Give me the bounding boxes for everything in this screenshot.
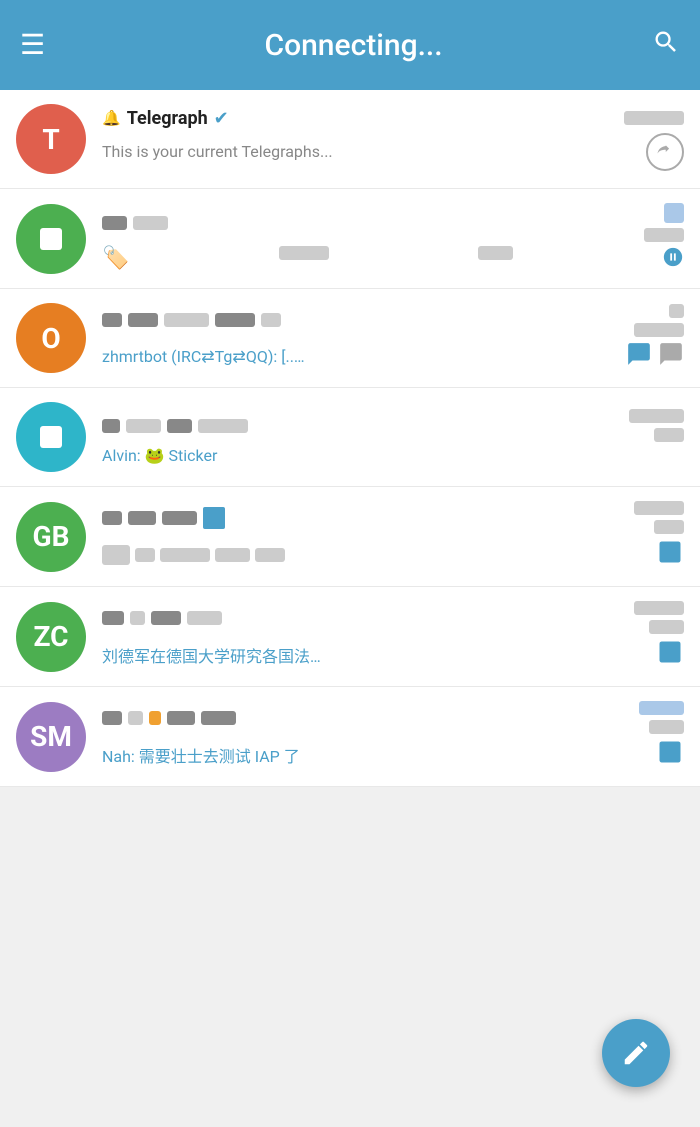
time-blurred-5 (634, 501, 684, 515)
avatar-telegraph: T (16, 104, 86, 174)
name-blurred-7c (149, 711, 161, 725)
name-blurred-4d (198, 419, 248, 433)
compose-fab[interactable] (602, 1019, 670, 1087)
name-blurred-3d (215, 313, 255, 327)
chat-item-7[interactable]: SM Nah: 需要壮士去测试 IAP 了 (0, 687, 700, 787)
chat-item-3[interactable]: O zhmrtbot (IRC⇄Tg⇄QQ): [..… (0, 289, 700, 388)
verified-badge-telegraph: ✔ (214, 108, 229, 129)
preview-4: Alvin: 🐸 Sticker (102, 446, 684, 465)
time-blurred-3 (669, 304, 684, 318)
chat-list: T 🔔 Telegraph ✔ This is your current Tel… (0, 90, 700, 787)
row-meta-7 (639, 701, 684, 734)
emoji-2: 🏷️ (102, 246, 129, 271)
name-blurred-5c (162, 511, 197, 525)
time-blurred-4 (629, 409, 684, 423)
chat-content-2: 🏷️ (102, 203, 684, 274)
chat-item-telegraph[interactable]: T 🔔 Telegraph ✔ This is your current Tel… (0, 90, 700, 189)
preview-blurred-5c (160, 548, 210, 562)
search-icon[interactable] (652, 28, 680, 63)
name-blurred-2a (102, 216, 127, 230)
name-blurred-6d (187, 611, 222, 625)
chat-content-7: Nah: 需要壮士去测试 IAP 了 (102, 701, 684, 772)
chat-item-2[interactable]: 🏷️ (0, 189, 700, 289)
preview-6: 刘德军在德国大学研究各国法… (102, 643, 648, 667)
avatar-5: GB (16, 502, 86, 572)
preview-3: zhmrtbot (IRC⇄Tg⇄QQ): [..… (102, 347, 618, 366)
top-bar: ☰ Connecting... (0, 0, 700, 90)
blue-icon-3 (626, 341, 652, 373)
name-blurred-6a (102, 611, 124, 625)
name-blurred-4a (102, 419, 120, 433)
time-blurred-7 (649, 720, 684, 734)
blue-icon-5 (656, 538, 684, 572)
avatar-4 (16, 402, 86, 472)
preview-blurred-5e (255, 548, 285, 562)
name-blurred-5b (128, 511, 156, 525)
time-blurred-5b (654, 520, 684, 534)
avatar-3: O (16, 303, 86, 373)
blue-icon-6 (656, 638, 684, 672)
preview-blurred-5b (135, 548, 155, 562)
blue-icon-3b (658, 341, 684, 373)
time-blurred-6 (634, 601, 684, 615)
name-blurred-3a (102, 313, 122, 327)
name-blurred-6b (130, 611, 145, 625)
blue-square-5 (203, 507, 225, 529)
name-blurred-6c (151, 611, 181, 625)
name-blurred-4c (167, 419, 192, 433)
preview-7: Nah: 需要壮士去测试 IAP 了 (102, 743, 648, 767)
name-blurred-2b (133, 216, 168, 230)
menu-icon[interactable]: ☰ (20, 31, 45, 59)
preview-blurred-5a (102, 545, 130, 565)
avatar-2 (16, 204, 86, 274)
chat-content-telegraph: 🔔 Telegraph ✔ This is your current Teleg… (102, 108, 684, 171)
name-blurred-7d (167, 711, 195, 725)
row-meta-3 (634, 304, 684, 337)
time-area-telegraph (624, 111, 684, 125)
preview-blurred-2b (478, 246, 513, 260)
name-blurred-7a (102, 711, 122, 725)
time-blurred-3b (634, 323, 684, 337)
chat-item-6[interactable]: ZC 刘德军在德国大学研究各国法… (0, 587, 700, 687)
chat-content-5 (102, 501, 684, 572)
name-blurred-5a (102, 511, 122, 525)
row-meta-5 (634, 501, 684, 534)
name-blurred-3b (128, 313, 158, 327)
row-meta-6 (634, 601, 684, 634)
chat-item-5[interactable]: GB (0, 487, 700, 587)
row-meta-4 (629, 409, 684, 442)
time-blurred-2 (644, 228, 684, 242)
chat-content-6: 刘德军在德国大学研究各国法… (102, 601, 684, 672)
blue-icon-7 (656, 738, 684, 772)
row-meta-2 (644, 203, 684, 242)
time-blurred-4b (654, 428, 684, 442)
share-button[interactable] (646, 133, 684, 171)
name-blurred-7e (201, 711, 236, 725)
chat-content-3: zhmrtbot (IRC⇄Tg⇄QQ): [..… (102, 304, 684, 373)
time-blurred (624, 111, 684, 125)
name-blurred-4b (126, 419, 161, 433)
avatar-7: SM (16, 702, 86, 772)
name-blurred-3e (261, 313, 281, 327)
unread-2 (664, 203, 684, 223)
chat-item-4[interactable]: Alvin: 🐸 Sticker (0, 388, 700, 487)
app-title: Connecting... (55, 28, 652, 63)
preview-blurred-5d (215, 548, 250, 562)
avatar-6: ZC (16, 602, 86, 672)
chat-name-telegraph: Telegraph (127, 108, 208, 129)
preview-telegraph: This is your current Telegraphs... (102, 142, 638, 161)
unread-7 (639, 701, 684, 715)
preview-blurred-2 (279, 246, 329, 260)
name-blurred-3c (164, 313, 209, 327)
name-blurred-7b (128, 711, 143, 725)
chat-content-4: Alvin: 🐸 Sticker (102, 409, 684, 465)
muted-icon: 🔔 (102, 109, 121, 127)
blue-icon-2 (662, 246, 684, 274)
time-blurred-6b (649, 620, 684, 634)
